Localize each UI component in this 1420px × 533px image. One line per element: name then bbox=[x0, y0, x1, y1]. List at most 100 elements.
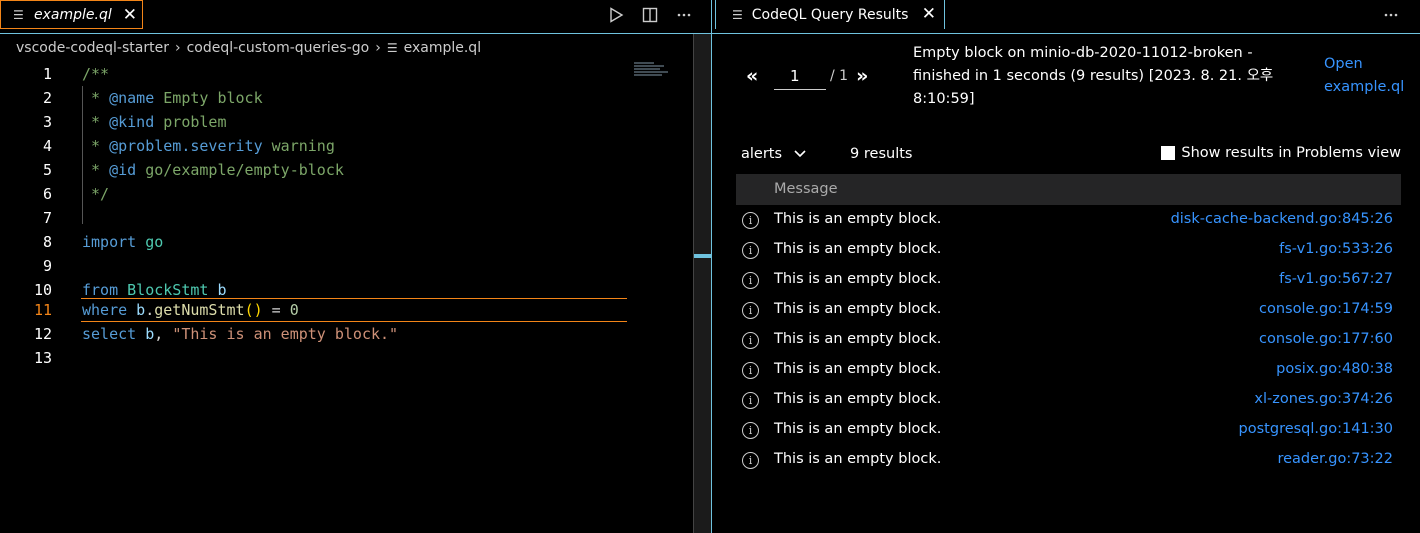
chevron-right-icon: › bbox=[375, 40, 381, 56]
tab-label: CodeQL Query Results bbox=[751, 6, 909, 23]
table-row[interactable]: i This is an empty block. fs-v1.go:567:27 bbox=[736, 266, 1401, 296]
table-row[interactable]: i This is an empty block. posix.go:480:38 bbox=[736, 356, 1401, 386]
table-header: Message bbox=[736, 174, 1401, 205]
code-token: go/example/empty-block bbox=[136, 161, 344, 179]
table-row[interactable]: i This is an empty block. console.go:174:5… bbox=[736, 296, 1401, 326]
result-message[interactable]: This is an empty block. bbox=[774, 391, 941, 407]
result-message[interactable]: This is an empty block. bbox=[774, 241, 941, 257]
code-token: warning bbox=[262, 137, 335, 155]
tab-example-ql[interactable]: ☰ example.ql ✕ bbox=[0, 0, 143, 29]
info-icon: i bbox=[742, 452, 759, 469]
code-token: * bbox=[82, 89, 110, 107]
result-set-select[interactable]: alerts bbox=[741, 146, 806, 162]
line-number: 9 bbox=[42, 257, 52, 275]
code-token: Empty block bbox=[154, 89, 263, 107]
tab-codeql-query-results[interactable]: ☰ CodeQL Query Results ✕ bbox=[715, 0, 945, 29]
scrollbar-thumb[interactable] bbox=[694, 254, 712, 258]
result-location-link[interactable]: disk-cache-backend.go:845:26 bbox=[1171, 211, 1393, 227]
checkbox-box[interactable] bbox=[1161, 146, 1176, 160]
result-location-link[interactable]: fs-v1.go:567:27 bbox=[1279, 271, 1393, 287]
prev-page-button[interactable]: « bbox=[746, 65, 764, 87]
pagination: « / 1 » bbox=[746, 62, 874, 90]
code-line: 7 bbox=[0, 206, 693, 230]
results-controls: alerts 9 results Show results in Problem… bbox=[741, 142, 1401, 166]
code-editor[interactable]: 1 /** 2 * @name Empty block 3 * @kind pr… bbox=[0, 60, 693, 533]
code-token: */ bbox=[82, 185, 110, 203]
code-line: 3 * @kind problem bbox=[0, 110, 693, 134]
code-token: "This is an empty block." bbox=[172, 325, 399, 343]
result-location-link[interactable]: xl-zones.go:374:26 bbox=[1254, 391, 1393, 407]
info-icon: i bbox=[742, 302, 759, 319]
info-icon: i bbox=[742, 212, 759, 229]
result-message[interactable]: This is an empty block. bbox=[774, 331, 941, 347]
editor-scrollbar[interactable] bbox=[693, 34, 712, 533]
open-query-link[interactable]: Open example.ql bbox=[1324, 53, 1414, 99]
result-location-link[interactable]: console.go:174:59 bbox=[1259, 301, 1393, 317]
code-line: 13 bbox=[0, 346, 693, 370]
info-icon: i bbox=[742, 332, 759, 349]
table-row[interactable]: i This is an empty block. postgresql.go:14… bbox=[736, 416, 1401, 446]
info-icon: i bbox=[742, 242, 759, 259]
next-page-button[interactable]: » bbox=[856, 65, 874, 87]
more-actions-icon[interactable] bbox=[1378, 2, 1404, 28]
result-message[interactable]: This is an empty block. bbox=[774, 301, 941, 317]
line-number: 7 bbox=[42, 209, 52, 227]
breadcrumb-item[interactable]: vscode-codeql-starter bbox=[16, 40, 169, 56]
line-number: 3 bbox=[42, 113, 52, 131]
table-row[interactable]: i This is an empty block. fs-v1.go:533:26 bbox=[736, 236, 1401, 266]
page-input[interactable] bbox=[774, 62, 826, 90]
code-token: import bbox=[82, 233, 137, 251]
result-location-link[interactable]: reader.go:73:22 bbox=[1277, 451, 1393, 467]
result-message[interactable]: This is an empty block. bbox=[774, 421, 941, 437]
column-header-message: Message bbox=[774, 181, 838, 197]
breadcrumb-item[interactable]: example.ql bbox=[404, 40, 482, 56]
close-icon[interactable]: ✕ bbox=[922, 4, 936, 24]
info-icon: i bbox=[742, 272, 759, 289]
chevron-down-icon bbox=[794, 147, 806, 161]
code-token: * bbox=[82, 137, 110, 155]
code-line: 1 /** bbox=[0, 62, 693, 86]
code-token: @kind bbox=[109, 113, 155, 131]
table-row[interactable]: i This is an empty block. console.go:177:6… bbox=[736, 326, 1401, 356]
run-icon[interactable] bbox=[603, 2, 629, 28]
result-message[interactable]: This is an empty block. bbox=[774, 451, 941, 467]
line-number: 13 bbox=[33, 349, 52, 367]
results-table: i This is an empty block. disk-cache-backe… bbox=[736, 206, 1401, 476]
result-location-link[interactable]: fs-v1.go:533:26 bbox=[1279, 241, 1393, 257]
code-line: 4 * @problem.severity warning bbox=[0, 134, 693, 158]
page-total: / 1 bbox=[830, 68, 849, 84]
query-info: Empty block on minio-db-2020-11012-broke… bbox=[913, 45, 1274, 107]
result-message[interactable]: This is an empty block. bbox=[774, 211, 941, 227]
line-number: 1 bbox=[42, 65, 52, 83]
code-token: * bbox=[82, 113, 110, 131]
table-row[interactable]: i This is an empty block. disk-cache-backe… bbox=[736, 206, 1401, 236]
code-token: @problem.severity bbox=[109, 137, 263, 155]
code-line: 6 */ bbox=[0, 182, 693, 206]
result-message[interactable]: This is an empty block. bbox=[774, 271, 941, 287]
line-number-current: 11 bbox=[33, 301, 52, 319]
result-location-link[interactable]: postgresql.go:141:30 bbox=[1239, 421, 1393, 437]
result-location-link[interactable]: console.go:177:60 bbox=[1259, 331, 1393, 347]
results-count: 9 results bbox=[850, 146, 913, 162]
editor-tab-bar: ☰ example.ql ✕ bbox=[0, 0, 711, 34]
code-line: 11 where b.getNumStmt() = 0 bbox=[0, 298, 693, 322]
code-token: @name bbox=[109, 89, 155, 107]
results-tab-bar: ☰ CodeQL Query Results ✕ bbox=[712, 0, 1420, 34]
table-row[interactable]: i This is an empty block. reader.go:73:22 bbox=[736, 446, 1401, 476]
code-token: . bbox=[145, 301, 155, 319]
result-message[interactable]: This is an empty block. bbox=[774, 361, 941, 377]
line-number: 4 bbox=[42, 137, 52, 155]
code-token: b bbox=[136, 325, 155, 343]
code-token: getNumStmt bbox=[154, 301, 245, 319]
code-token: = bbox=[262, 301, 290, 319]
table-row[interactable]: i This is an empty block. xl-zones.go:374:… bbox=[736, 386, 1401, 416]
breadcrumb-item[interactable]: codeql-custom-queries-go bbox=[187, 40, 370, 56]
result-location-link[interactable]: posix.go:480:38 bbox=[1276, 361, 1393, 377]
problems-view-checkbox[interactable]: Show results in Problems view bbox=[1161, 145, 1401, 161]
split-editor-icon[interactable] bbox=[637, 2, 663, 28]
code-token: b bbox=[208, 281, 227, 299]
more-actions-icon[interactable] bbox=[671, 2, 697, 28]
code-token: problem bbox=[154, 113, 227, 131]
close-icon[interactable]: ✕ bbox=[123, 5, 137, 25]
code-line: 2 * @name Empty block bbox=[0, 86, 693, 110]
